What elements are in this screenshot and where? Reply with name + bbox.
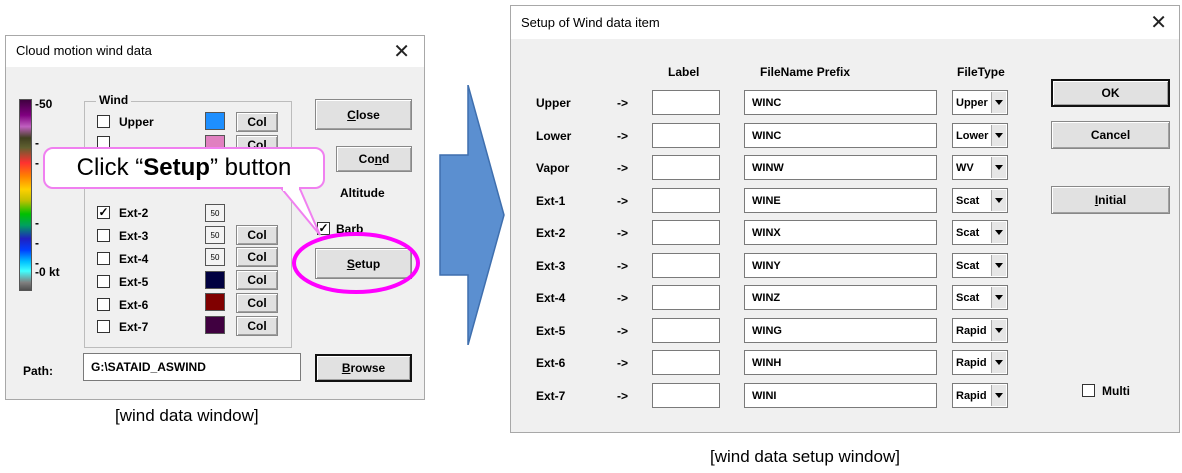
row-filetype-select[interactable]: Upper bbox=[952, 90, 1008, 115]
row-filetype-select[interactable]: Rapid bbox=[952, 318, 1008, 343]
row-name: Ext-5 bbox=[536, 324, 566, 338]
multi-label: Multi bbox=[1102, 384, 1130, 398]
path-input[interactable]: G:\SATAID_ASWIND bbox=[83, 353, 301, 381]
row-label-input[interactable] bbox=[652, 188, 720, 213]
callout-pointer bbox=[279, 186, 420, 294]
path-label: Path: bbox=[23, 364, 53, 378]
row-name: Ext-3 bbox=[536, 259, 566, 273]
row-filetype-select[interactable]: Scat bbox=[952, 285, 1008, 310]
row-arrow: -> bbox=[617, 129, 629, 143]
row-name: Ext-7 bbox=[536, 389, 566, 403]
row-name: Ext-6 bbox=[536, 356, 566, 370]
row-filetype-value: Lower bbox=[956, 129, 989, 142]
row-arrow: -> bbox=[617, 324, 629, 338]
row-filetype-select[interactable]: Lower bbox=[952, 123, 1008, 148]
row-filetype-value: Upper bbox=[956, 96, 988, 109]
left-caption: [wind data window] bbox=[115, 406, 259, 425]
row-filetype-value: Scat bbox=[956, 194, 980, 207]
chevron-down-icon[interactable] bbox=[991, 190, 1006, 211]
close-icon[interactable]: ✕ bbox=[1150, 13, 1167, 33]
title-bar: Setup of Wind data item ✕ bbox=[511, 6, 1179, 39]
prefix-column-header: FileName Prefix bbox=[760, 65, 851, 79]
row-arrow: -> bbox=[617, 96, 629, 110]
row-filetype-select[interactable]: Scat bbox=[952, 220, 1008, 245]
row-name: Vapor bbox=[536, 161, 570, 175]
row-prefix-input[interactable]: WINI bbox=[744, 383, 937, 408]
ok-button[interactable]: OK bbox=[1051, 79, 1170, 107]
ext7-checkbox[interactable] bbox=[97, 320, 110, 333]
chevron-down-icon[interactable] bbox=[991, 222, 1006, 243]
row-filetype-value: Rapid bbox=[956, 324, 987, 337]
multi-checkbox[interactable] bbox=[1082, 384, 1095, 397]
row-prefix-input[interactable]: WINC bbox=[744, 90, 937, 115]
row-prefix-input[interactable]: WINH bbox=[744, 350, 937, 375]
row-filetype-select[interactable]: Scat bbox=[952, 188, 1008, 213]
chevron-down-icon[interactable] bbox=[991, 157, 1006, 178]
chevron-down-icon[interactable] bbox=[991, 255, 1006, 276]
setup-wind-window: Setup of Wind data item ✕ Label FileName… bbox=[510, 5, 1180, 433]
row-filetype-select[interactable]: WV bbox=[952, 155, 1008, 180]
row-filetype-select[interactable]: Rapid bbox=[952, 383, 1008, 408]
row-label-input[interactable] bbox=[652, 318, 720, 343]
row-label-input[interactable] bbox=[652, 285, 720, 310]
row-label-input[interactable] bbox=[652, 253, 720, 278]
row-name: Ext-1 bbox=[536, 194, 566, 208]
row-prefix-input[interactable]: WINW bbox=[744, 155, 937, 180]
browse-button[interactable]: Browse bbox=[315, 354, 412, 382]
row-prefix-input[interactable]: WINC bbox=[744, 123, 937, 148]
window-title: Setup of Wind data item bbox=[521, 15, 660, 30]
chevron-down-icon[interactable] bbox=[991, 320, 1006, 341]
row-label-input[interactable] bbox=[652, 383, 720, 408]
right-arrow-icon bbox=[439, 85, 505, 345]
row-arrow: -> bbox=[617, 161, 629, 175]
chevron-down-icon[interactable] bbox=[991, 92, 1006, 113]
cancel-button[interactable]: Cancel bbox=[1051, 121, 1170, 149]
row-filetype-select[interactable]: Rapid bbox=[952, 350, 1008, 375]
chevron-down-icon[interactable] bbox=[991, 352, 1006, 373]
chevron-down-icon[interactable] bbox=[991, 125, 1006, 146]
row-label-input[interactable] bbox=[652, 90, 720, 115]
row-filetype-value: Rapid bbox=[956, 389, 987, 402]
row-filetype-value: Scat bbox=[956, 226, 980, 239]
row-label-input[interactable] bbox=[652, 350, 720, 375]
label-column-header: Label bbox=[668, 65, 700, 79]
row-filetype-value: Rapid bbox=[956, 356, 987, 369]
row-arrow: -> bbox=[617, 291, 629, 305]
initial-button[interactable]: Initial bbox=[1051, 186, 1170, 214]
row-arrow: -> bbox=[617, 389, 629, 403]
row-name: Ext-4 bbox=[536, 291, 566, 305]
row-arrow: -> bbox=[617, 226, 629, 240]
filetype-column-header: FileType bbox=[957, 65, 1005, 79]
row-name: Upper bbox=[536, 96, 571, 110]
right-caption: [wind data setup window] bbox=[710, 447, 900, 466]
chevron-down-icon[interactable] bbox=[991, 287, 1006, 308]
row-arrow: -> bbox=[617, 259, 629, 273]
chevron-down-icon[interactable] bbox=[991, 385, 1006, 406]
row-prefix-input[interactable]: WINY bbox=[744, 253, 937, 278]
row-filetype-value: Scat bbox=[956, 259, 980, 272]
ext7-col-button[interactable]: Col bbox=[236, 316, 278, 336]
ext7-label: Ext-7 bbox=[119, 320, 149, 334]
row-name: Ext-2 bbox=[536, 226, 566, 240]
row-prefix-input[interactable]: WINZ bbox=[744, 285, 937, 310]
row-arrow: -> bbox=[617, 194, 629, 208]
row-label-input[interactable] bbox=[652, 155, 720, 180]
row-prefix-input[interactable]: WING bbox=[744, 318, 937, 343]
row-label-input[interactable] bbox=[652, 220, 720, 245]
row-label-input[interactable] bbox=[652, 123, 720, 148]
row-filetype-value: WV bbox=[956, 161, 974, 174]
row-prefix-input[interactable]: WINX bbox=[744, 220, 937, 245]
row-filetype-select[interactable]: Scat bbox=[952, 253, 1008, 278]
ext7-color-swatch bbox=[205, 316, 225, 334]
row-filetype-value: Scat bbox=[956, 291, 980, 304]
row-name: Lower bbox=[536, 129, 572, 143]
row-prefix-input[interactable]: WINE bbox=[744, 188, 937, 213]
row-arrow: -> bbox=[617, 356, 629, 370]
